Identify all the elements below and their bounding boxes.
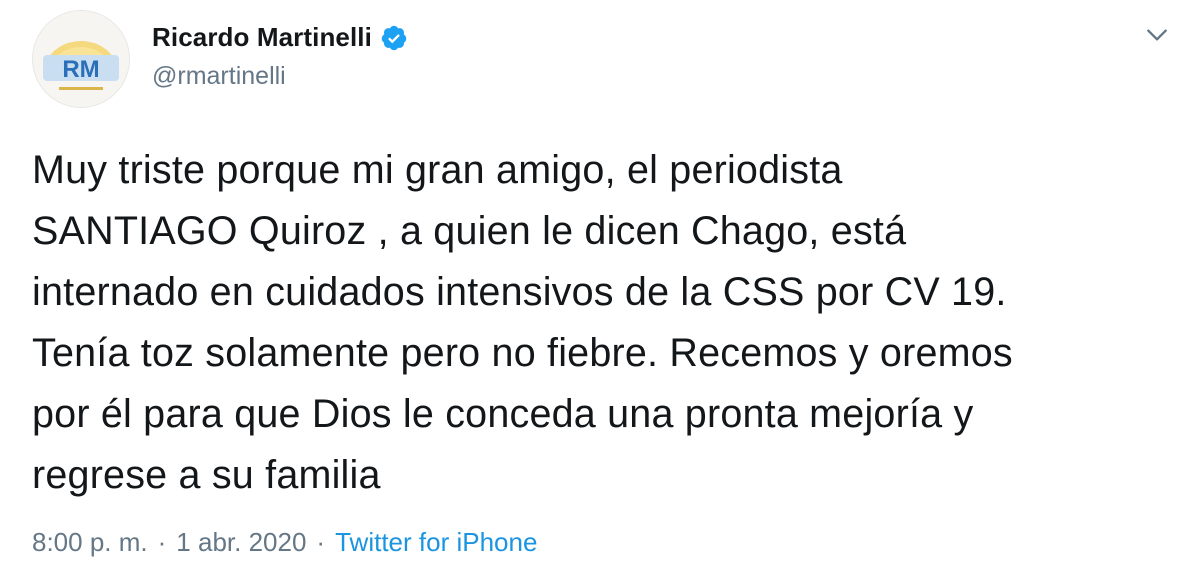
tweet-time[interactable]: 8:00 p. m. (32, 527, 148, 558)
chevron-down-icon[interactable] (1144, 22, 1170, 48)
tweet-date[interactable]: 1 abr. 2020 (176, 527, 306, 558)
author-display-name[interactable]: Ricardo Martinelli (152, 22, 372, 53)
meta-separator: · (157, 527, 167, 557)
svg-text:RM: RM (62, 56, 99, 83)
tweet-metadata: 8:00 p. m. · 1 abr. 2020 · Twitter for i… (32, 527, 537, 558)
tweet-source-link[interactable]: Twitter for iPhone (335, 527, 537, 558)
avatar-logo-icon: RM (33, 11, 129, 107)
tweet-card: RM Ricardo Martinelli @rmartinelli Muy t… (0, 0, 1200, 588)
avatar[interactable]: RM (32, 10, 130, 108)
tweet-text: Muy triste porque mi gran amigo, el peri… (32, 148, 1013, 497)
meta-separator: · (316, 527, 326, 557)
author-name-row: Ricardo Martinelli (152, 22, 408, 53)
verified-badge-icon (381, 25, 407, 50)
author-handle[interactable]: @rmartinelli (152, 62, 286, 91)
